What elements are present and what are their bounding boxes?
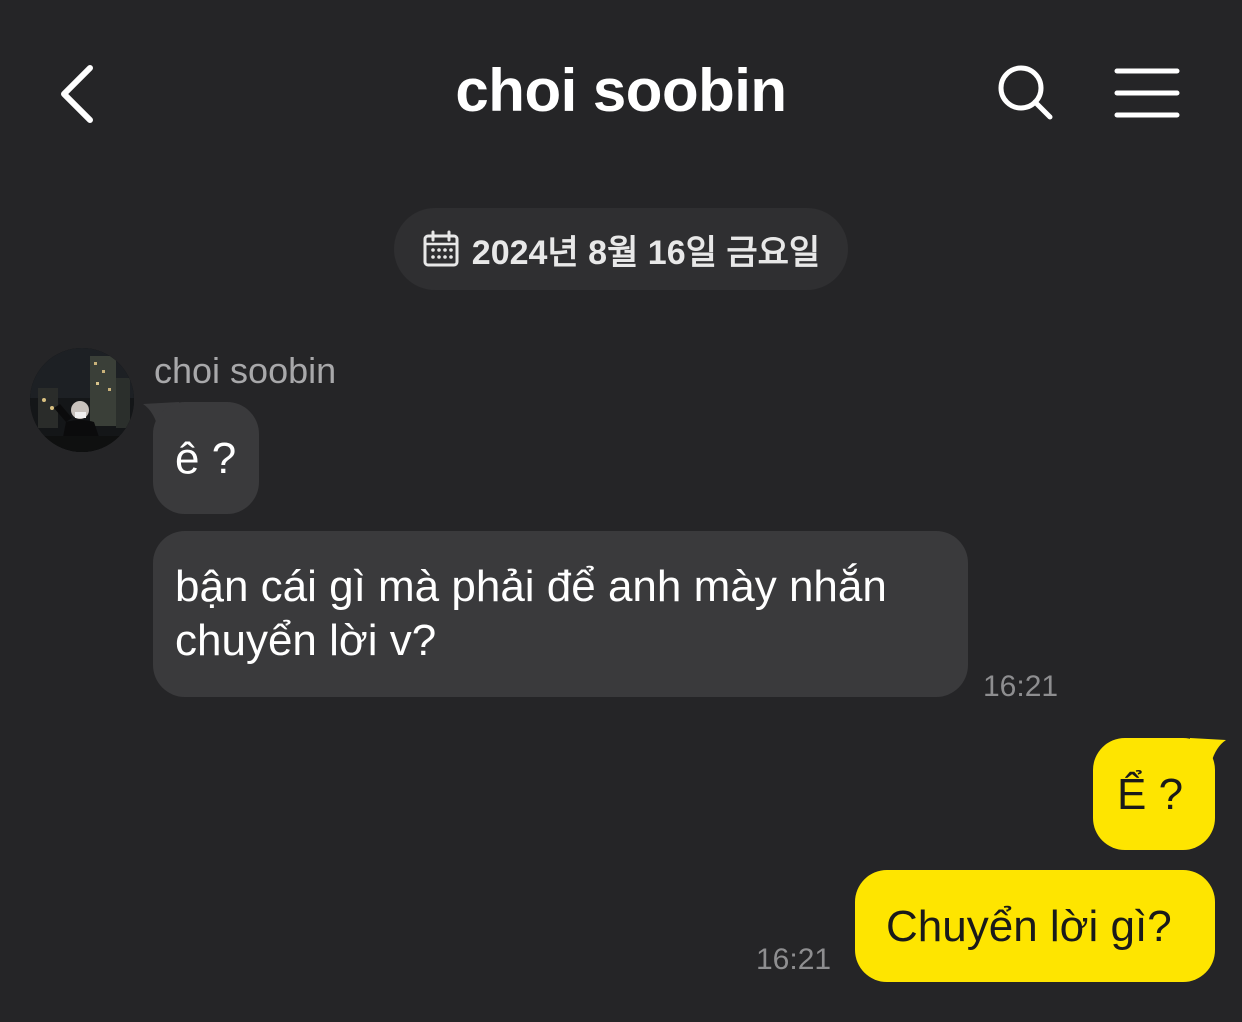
date-text: 2024년 8월 16일 금요일 [471, 233, 821, 272]
incoming-message[interactable]: bận cái gì mà phải để anh mày nhắn chuyể… [153, 531, 968, 697]
search-button[interactable] [995, 62, 1057, 124]
chat-screen: choi soobin 2024년 8월 16일 금요일 choi soobin… [0, 0, 1242, 1022]
message-timestamp: 16:21 [756, 943, 832, 976]
calendar-icon [423, 230, 459, 267]
avatar[interactable] [30, 348, 134, 452]
hamburger-menu-icon [1114, 68, 1180, 118]
avatar-photo [30, 348, 134, 452]
sender-name: choi soobin [154, 350, 337, 391]
outgoing-message[interactable]: Chuyển lời gì? [855, 870, 1215, 982]
menu-button[interactable] [1112, 66, 1182, 120]
date-divider: 2024년 8월 16일 금요일 [394, 208, 848, 290]
incoming-message[interactable]: ê ? [153, 402, 259, 514]
outgoing-message[interactable]: Ể ? [1093, 738, 1215, 850]
message-timestamp: 16:21 [983, 670, 1059, 703]
search-icon [998, 65, 1053, 120]
